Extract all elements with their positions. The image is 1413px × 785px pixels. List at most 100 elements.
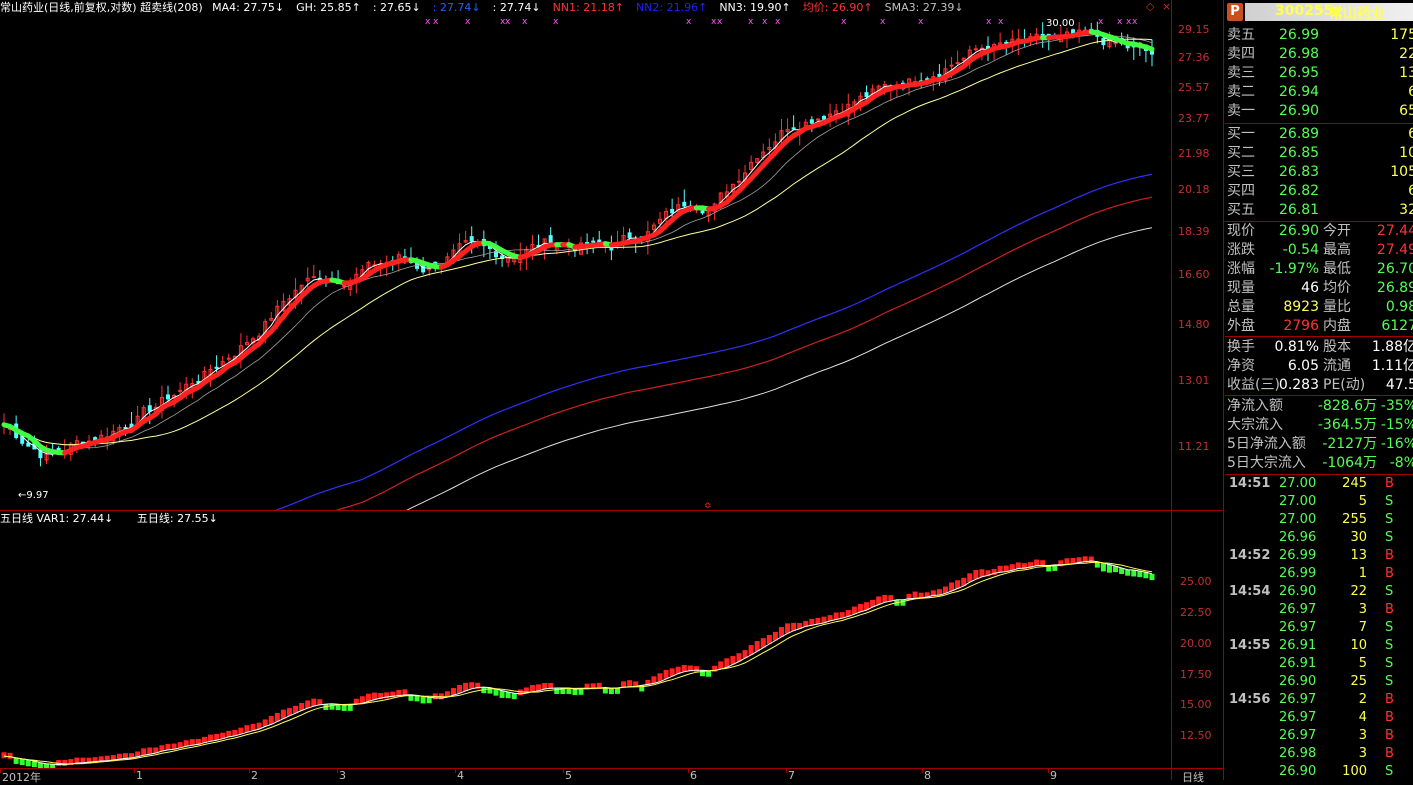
signal-marker: x (553, 17, 559, 27)
five-day-bar (615, 688, 620, 694)
tick-row[interactable]: 14:5426.9022S (1225, 583, 1413, 601)
quote-row: 换手0.81%股本1.88亿 (1225, 338, 1413, 357)
tick-row[interactable]: 26.9630S (1225, 529, 1413, 547)
quote-label: 总量 (1227, 298, 1255, 317)
time-tick-label: 3 (339, 769, 346, 782)
price-tick-label: 16.60 (1178, 268, 1210, 281)
tick-volume: 3 (1359, 745, 1367, 763)
ask-volume: 65 (1399, 102, 1413, 121)
five-day-bar (166, 744, 171, 750)
candle-body (810, 120, 813, 123)
five-day-bar (973, 570, 978, 579)
tick-volume: 25 (1350, 673, 1367, 691)
time-tick (134, 768, 135, 773)
five-day-bar (506, 692, 511, 698)
quote-value: 47.5 (1386, 376, 1413, 395)
five-day-bar (530, 685, 535, 692)
bid-label: 买五 (1227, 201, 1255, 220)
signal-marker: x (880, 17, 886, 27)
ask-price: 26.90 (1279, 102, 1319, 121)
signal-marker: x (998, 17, 1004, 27)
five-day-bar (2, 752, 7, 758)
bid-row: 买三26.83105 (1225, 163, 1413, 182)
five-day-line-chart[interactable] (0, 511, 1172, 768)
quote-value: 1.11亿 (1372, 357, 1413, 376)
candle-body (737, 181, 740, 182)
bid-label: 买四 (1227, 182, 1255, 201)
five-day-bar (20, 759, 25, 765)
quote-row: 外盘2796内盘6127 (1225, 317, 1413, 336)
quote-label: 量比 (1323, 298, 1351, 317)
ask-price: 26.99 (1279, 26, 1319, 45)
tick-time: 14:55 (1229, 637, 1270, 655)
five-day-bar (579, 689, 584, 695)
quote-value: 26.89 (1377, 279, 1413, 298)
time-tick-label: 6 (690, 769, 697, 782)
five-day-bar (609, 688, 614, 694)
corner-controls[interactable]: ◇ × (1146, 0, 1171, 13)
tick-row[interactable]: 27.005S (1225, 493, 1413, 511)
five-day-bar (621, 681, 626, 687)
tick-side: S (1385, 619, 1393, 637)
candle-body (950, 65, 953, 66)
five-day-bar (8, 753, 13, 759)
five-day-bar (1131, 570, 1136, 576)
quote-value: 0.81% (1275, 338, 1319, 357)
bid-volume: 6 (1408, 182, 1413, 201)
tick-row[interactable]: 26.915S (1225, 655, 1413, 673)
quote-value: 27.49 (1377, 241, 1413, 260)
five-day-line (4, 561, 1152, 765)
tick-row[interactable]: 26.973B (1225, 601, 1413, 619)
tick-price: 26.99 (1279, 565, 1316, 583)
tick-price: 26.91 (1279, 637, 1316, 655)
five-day-bar (366, 694, 371, 702)
tick-row[interactable]: 14:5226.9913B (1225, 547, 1413, 565)
tick-row[interactable]: 26.977S (1225, 619, 1413, 637)
close-icon[interactable]: × (1162, 0, 1171, 13)
tick-row[interactable]: 26.973B (1225, 727, 1413, 745)
tick-price: 27.00 (1279, 511, 1316, 529)
tick-row[interactable]: 14:5526.9110S (1225, 637, 1413, 655)
time-axis-divider (0, 768, 1224, 769)
bid-label: 买一 (1227, 125, 1255, 144)
tick-row[interactable]: 26.983B (1225, 745, 1413, 763)
diamond-icon[interactable]: ◇ (1146, 0, 1154, 13)
ask-row: 卖一26.9065 (1225, 102, 1413, 121)
bid-row: 买五26.8132 (1225, 201, 1413, 220)
time-tick-label: 2 (251, 769, 258, 782)
tick-side: B (1385, 691, 1394, 709)
signal-marker: x (717, 17, 723, 27)
bid-price: 26.89 (1279, 125, 1319, 144)
period-label[interactable]: 日线 (1182, 769, 1204, 785)
signal-marker: x (505, 17, 511, 27)
five-day-bar (62, 760, 67, 766)
tick-row[interactable]: 26.974B (1225, 709, 1413, 727)
flow-row: 大宗流入-364.5万-15% (1225, 416, 1413, 435)
quote-value: -0.54 (1283, 241, 1319, 260)
candle-body (823, 116, 826, 119)
sub-chart-panel[interactable] (0, 511, 1172, 768)
ask-volume: 13 (1399, 64, 1413, 83)
flow-percent: -35% (1381, 397, 1413, 416)
tick-row[interactable]: 26.991B (1225, 565, 1413, 583)
flow-percent: -8% (1390, 454, 1413, 473)
tick-row[interactable]: 14:5626.972B (1225, 691, 1413, 709)
ask-row: 卖二26.946 (1225, 83, 1413, 102)
ask-row: 卖四26.9822 (1225, 45, 1413, 64)
tick-row[interactable]: 27.00255S (1225, 511, 1413, 529)
candle-body (227, 358, 230, 359)
five-day-bar (1034, 560, 1039, 566)
tick-row[interactable]: 26.9025S (1225, 673, 1413, 691)
tick-row[interactable]: 26.90100S (1225, 763, 1413, 781)
tick-volume: 3 (1359, 601, 1367, 619)
tick-side: B (1385, 709, 1394, 727)
tick-side: B (1385, 745, 1394, 763)
main-chart-panel[interactable]: xxxxxxxxxxxxxxxxxxxxxx≎ (0, 0, 1172, 510)
tick-time: 14:56 (1229, 691, 1270, 709)
candlestick-chart[interactable]: xxxxxxxxxxxxxxxxxxxxxx≎ (0, 0, 1172, 510)
flow-value: -828.6万 (1318, 397, 1377, 416)
tick-row[interactable]: 14:5127.00245B (1225, 475, 1413, 493)
five-day-bar (651, 676, 656, 683)
five-day-bar (244, 725, 249, 732)
quote-row: 涨跌-0.54最高27.49 (1225, 241, 1413, 260)
